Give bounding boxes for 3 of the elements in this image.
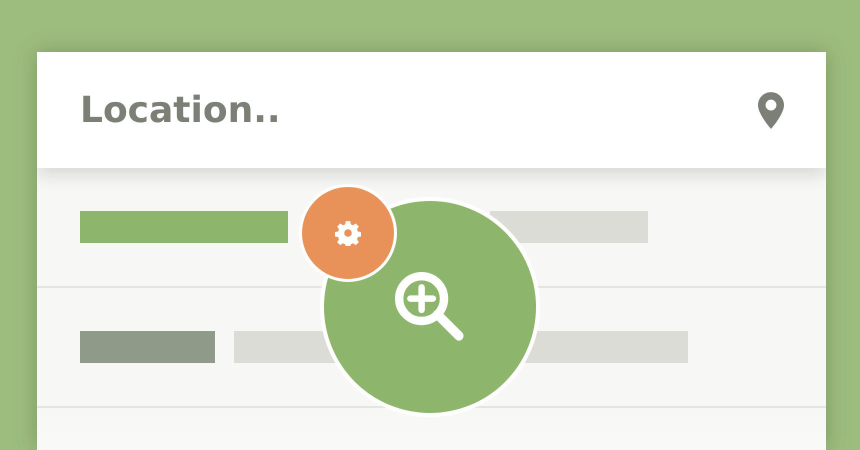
location-pin-icon[interactable] <box>758 92 784 129</box>
settings-icon <box>335 220 361 246</box>
location-field[interactable]: Location.. <box>37 52 826 168</box>
